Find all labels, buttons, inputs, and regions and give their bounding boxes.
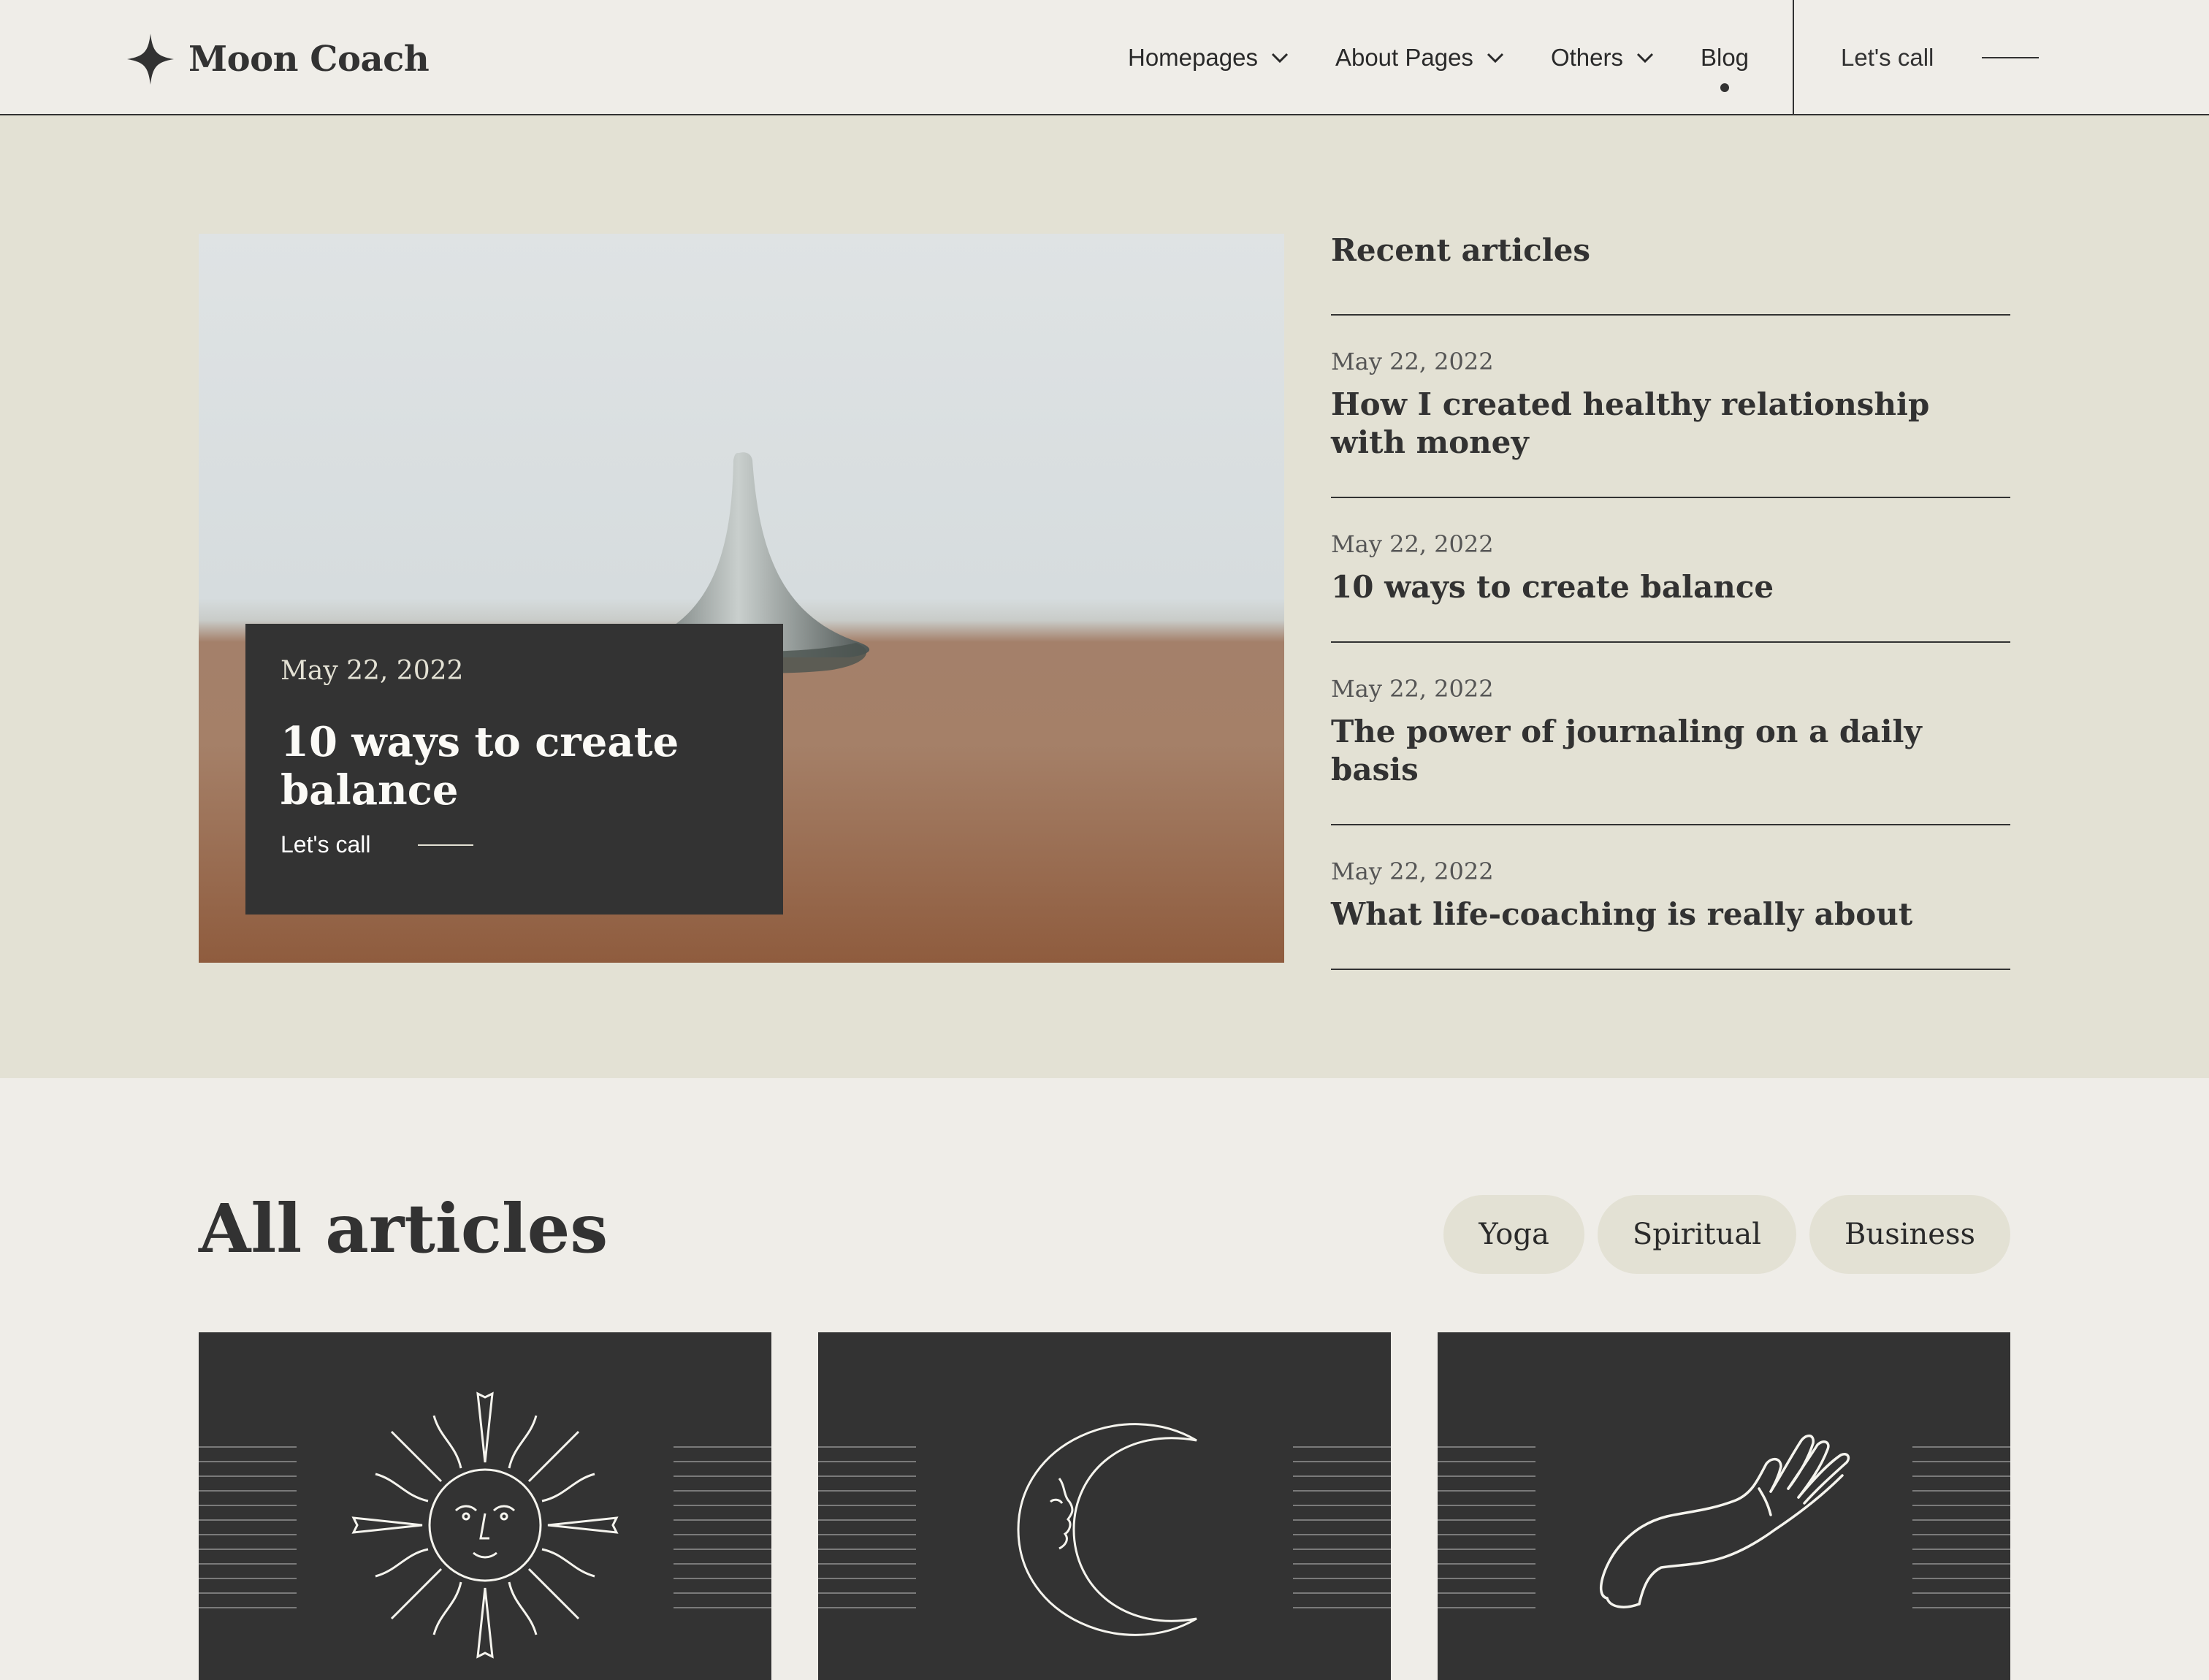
filter-spiritual[interactable]: Spiritual bbox=[1597, 1195, 1797, 1274]
site-header: Moon Coach Homepages About Pages Others … bbox=[0, 0, 2209, 115]
cta-line bbox=[417, 844, 473, 846]
nav-item-blog[interactable]: Blog bbox=[1701, 0, 1749, 115]
article-title[interactable]: What life-coaching is really about bbox=[1331, 896, 2010, 933]
article-card[interactable] bbox=[199, 1332, 771, 1680]
article-card[interactable] bbox=[818, 1332, 1391, 1680]
nav-item-label: Blog bbox=[1700, 44, 1750, 71]
nav-item-others[interactable]: Others bbox=[1551, 0, 1655, 115]
lets-call-label: Let's call bbox=[1841, 44, 1934, 71]
list-item[interactable]: May 22, 2022 The power of journaling on … bbox=[1331, 643, 2010, 825]
nav-item-about-pages[interactable]: About Pages bbox=[1335, 0, 1506, 115]
logo[interactable]: Moon Coach bbox=[127, 34, 430, 85]
article-cards bbox=[199, 1332, 2010, 1680]
hand-icon bbox=[1599, 1434, 1850, 1608]
list-item[interactable]: May 22, 2022 10 ways to create balance bbox=[1331, 498, 2010, 643]
article-date: May 22, 2022 bbox=[1331, 530, 1494, 558]
article-date: May 22, 2022 bbox=[1331, 858, 1494, 885]
all-articles-heading: All articles bbox=[199, 1189, 608, 1268]
chevron-down-icon bbox=[1487, 53, 1503, 64]
filter-business[interactable]: Business bbox=[1809, 1195, 2010, 1274]
nav-item-label: Homepages bbox=[1128, 44, 1258, 71]
featured-article-card[interactable]: May 22, 2022 10 ways to create balance L… bbox=[245, 624, 783, 915]
nav-item-homepages[interactable]: Homepages bbox=[1128, 0, 1290, 115]
lets-call-button[interactable]: Let's call bbox=[1841, 0, 2040, 115]
article-date: May 22, 2022 bbox=[1331, 348, 1494, 375]
header-divider bbox=[1793, 0, 1794, 115]
nav-item-label: About Pages bbox=[1335, 44, 1473, 71]
recent-articles-heading: Recent articles bbox=[1331, 232, 2010, 316]
featured-article-date: May 22, 2022 bbox=[281, 656, 464, 686]
main-nav: Homepages About Pages Others Blog bbox=[1128, 0, 1794, 115]
recent-articles: Recent articles May 22, 2022 How I creat… bbox=[1331, 232, 2010, 970]
article-title[interactable]: 10 ways to create balance bbox=[1331, 568, 2010, 606]
filter-yoga[interactable]: Yoga bbox=[1443, 1195, 1584, 1274]
crescent-moon-face-icon bbox=[1017, 1423, 1197, 1636]
cta-line bbox=[1982, 57, 2040, 58]
four-point-star-icon bbox=[127, 34, 174, 85]
article-card[interactable] bbox=[1438, 1332, 2010, 1680]
nav-item-label: Others bbox=[1550, 44, 1623, 71]
chevron-down-icon bbox=[1271, 53, 1289, 64]
featured-article-title[interactable]: 10 ways to create balance bbox=[281, 718, 748, 814]
article-date: May 22, 2022 bbox=[1331, 675, 1494, 703]
sun-face-icon bbox=[351, 1391, 619, 1659]
chevron-down-icon bbox=[1636, 53, 1654, 64]
recent-heading-text: Recent articles bbox=[1331, 232, 1591, 268]
category-filters: Yoga Spiritual Business bbox=[1430, 1195, 2010, 1274]
featured-cta-label: Let's call bbox=[281, 831, 371, 858]
brand-name: Moon Coach bbox=[188, 39, 430, 80]
article-title[interactable]: How I created healthy relationship with … bbox=[1331, 386, 2010, 462]
list-item[interactable]: May 22, 2022 What life-coaching is reall… bbox=[1331, 825, 2010, 970]
hero-section: May 22, 2022 10 ways to create balance L… bbox=[0, 115, 2209, 1078]
featured-lets-call-button[interactable]: Let's call bbox=[281, 831, 473, 858]
list-item[interactable]: May 22, 2022 How I created healthy relat… bbox=[1331, 316, 2010, 498]
article-title[interactable]: The power of journaling on a daily basis bbox=[1331, 713, 2010, 789]
